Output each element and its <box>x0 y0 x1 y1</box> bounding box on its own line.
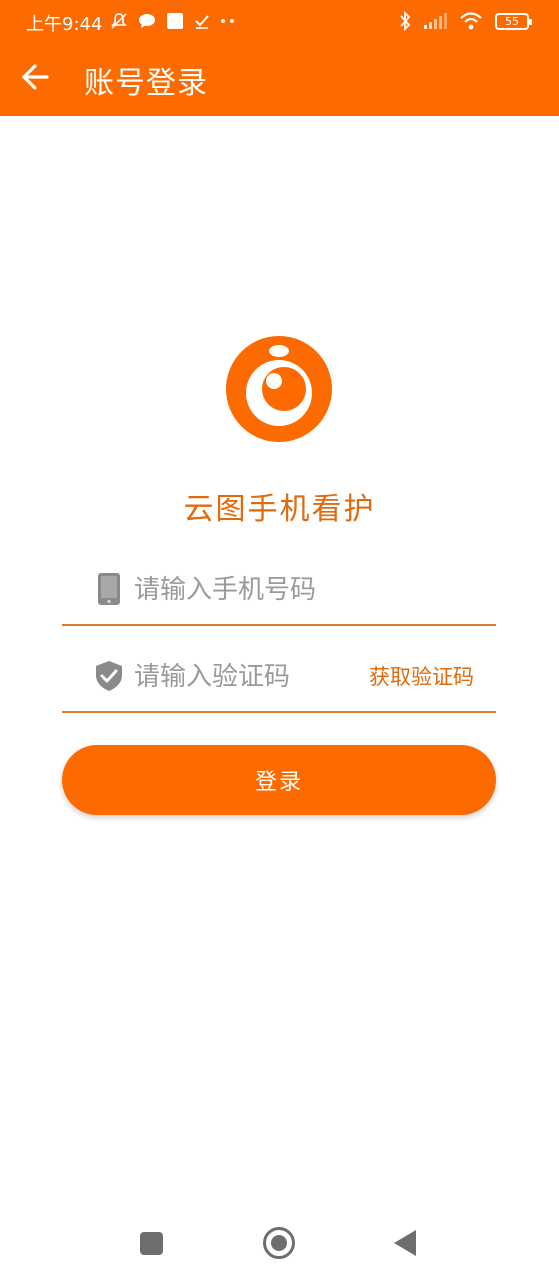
chat-icon <box>139 14 155 28</box>
battery-icon: 55 <box>495 12 532 30</box>
signal-icon <box>424 13 447 29</box>
bluetooth-icon <box>400 11 411 31</box>
check-icon <box>195 15 209 29</box>
code-input[interactable] <box>134 653 364 701</box>
phone-icon <box>94 572 124 606</box>
login-button[interactable]: 登录 <box>62 745 496 815</box>
get-code-button[interactable]: 获取验证码 <box>369 661 474 691</box>
status-bar: 上午9:44 55 <box>0 0 559 44</box>
phone-field <box>62 566 496 626</box>
gallery-icon <box>167 13 183 29</box>
mute-icon <box>111 13 127 29</box>
arrow-left-icon <box>22 64 49 90</box>
system-navigation-bar <box>0 1210 559 1280</box>
app-name: 云图手机看护 <box>183 492 376 527</box>
home-icon[interactable] <box>263 1227 295 1259</box>
recents-icon[interactable] <box>140 1232 163 1255</box>
status-left-icons <box>110 12 236 30</box>
shield-check-icon <box>94 659 124 693</box>
status-right-icons: 55 <box>399 11 532 31</box>
status-time: 上午9:44 <box>26 14 103 35</box>
battery-level: 55 <box>505 14 519 28</box>
phone-input[interactable] <box>134 566 364 614</box>
back-button[interactable] <box>18 60 52 94</box>
more-dots-icon <box>221 19 234 23</box>
page-title: 账号登录 <box>84 66 208 101</box>
back-triangle-icon[interactable] <box>394 1230 416 1256</box>
app-bar: 上午9:44 55 账号登录 <box>0 0 559 116</box>
eye-camera-logo <box>226 336 332 442</box>
wifi-icon <box>460 12 482 30</box>
code-field: 获取验证码 <box>62 653 496 713</box>
